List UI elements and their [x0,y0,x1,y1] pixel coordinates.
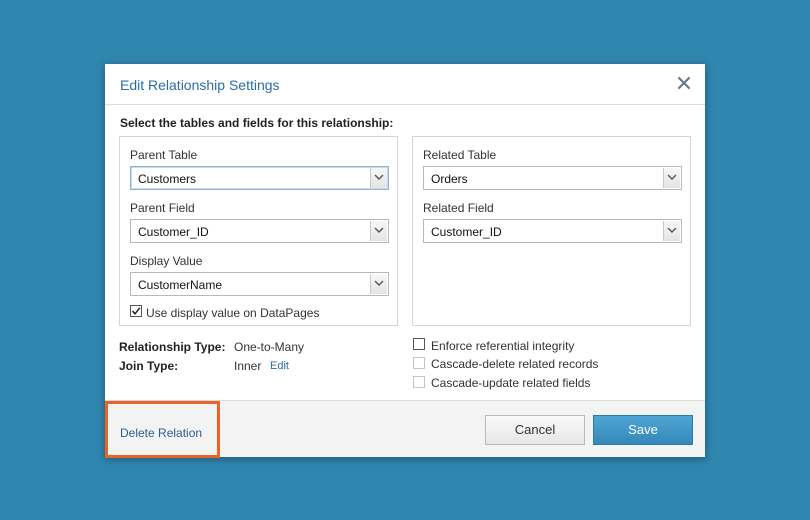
enforce-integrity-label[interactable]: Enforce referential integrity [431,339,574,353]
chevron-down-icon[interactable] [370,168,387,188]
use-display-value-label[interactable]: Use display value on DataPages [146,306,319,320]
related-table-select[interactable]: Orders [423,166,682,190]
parent-panel: Parent Table Customers Parent Field Cust… [119,136,398,326]
delete-relation-highlight: Delete Relation [105,401,220,458]
related-table-value: Orders [431,172,468,186]
related-field-value: Customer_ID [431,225,502,239]
parent-field-label: Parent Field [130,201,195,215]
dialog-title: Edit Relationship Settings [120,77,280,93]
cascade-update-label: Cascade-update related fields [431,376,591,390]
cascade-update-checkbox[interactable] [413,376,425,388]
edit-relationship-dialog: Edit Relationship Settings Select the ta… [105,64,705,458]
related-table-label: Related Table [423,148,497,162]
display-value-label: Display Value [130,254,203,268]
dialog-footer: Delete Relation Cancel Save [105,400,705,458]
cancel-button[interactable]: Cancel [485,415,585,445]
edit-join-type-link[interactable]: Edit [270,360,289,372]
join-type-label: Join Type: [119,359,179,373]
relationship-type-value: One-to-Many [234,340,305,354]
parent-table-select[interactable]: Customers [130,166,389,190]
delete-relation-link[interactable]: Delete Relation [120,426,202,440]
parent-table-value: Customers [138,172,197,186]
parent-field-value: Customer_ID [138,225,209,239]
related-panel: Related Table Orders Related Field Custo… [412,136,691,326]
chevron-down-icon[interactable] [370,274,387,294]
join-type-value: Inner [234,359,262,373]
parent-table-label: Parent Table [130,148,198,162]
cascade-delete-checkbox[interactable] [413,357,425,369]
enforce-integrity-checkbox[interactable] [413,338,425,350]
use-display-value-checkbox[interactable] [130,305,142,317]
parent-field-select[interactable]: Customer_ID [130,219,389,243]
chevron-down-icon[interactable] [663,168,680,188]
close-icon[interactable] [675,74,693,92]
related-field-select[interactable]: Customer_ID [423,219,682,243]
display-value-value: CustomerName [138,278,223,292]
dialog-header: Edit Relationship Settings [105,64,705,105]
checkmark-icon [131,307,141,315]
related-field-label: Related Field [423,201,494,215]
instruction-text: Select the tables and fields for this re… [120,116,394,130]
save-button[interactable]: Save [593,415,693,445]
chevron-down-icon[interactable] [370,221,387,241]
display-value-select[interactable]: CustomerName [130,272,389,296]
cascade-delete-label: Cascade-delete related records [431,357,599,371]
relationship-type-label: Relationship Type: [119,340,226,354]
chevron-down-icon[interactable] [663,221,680,241]
